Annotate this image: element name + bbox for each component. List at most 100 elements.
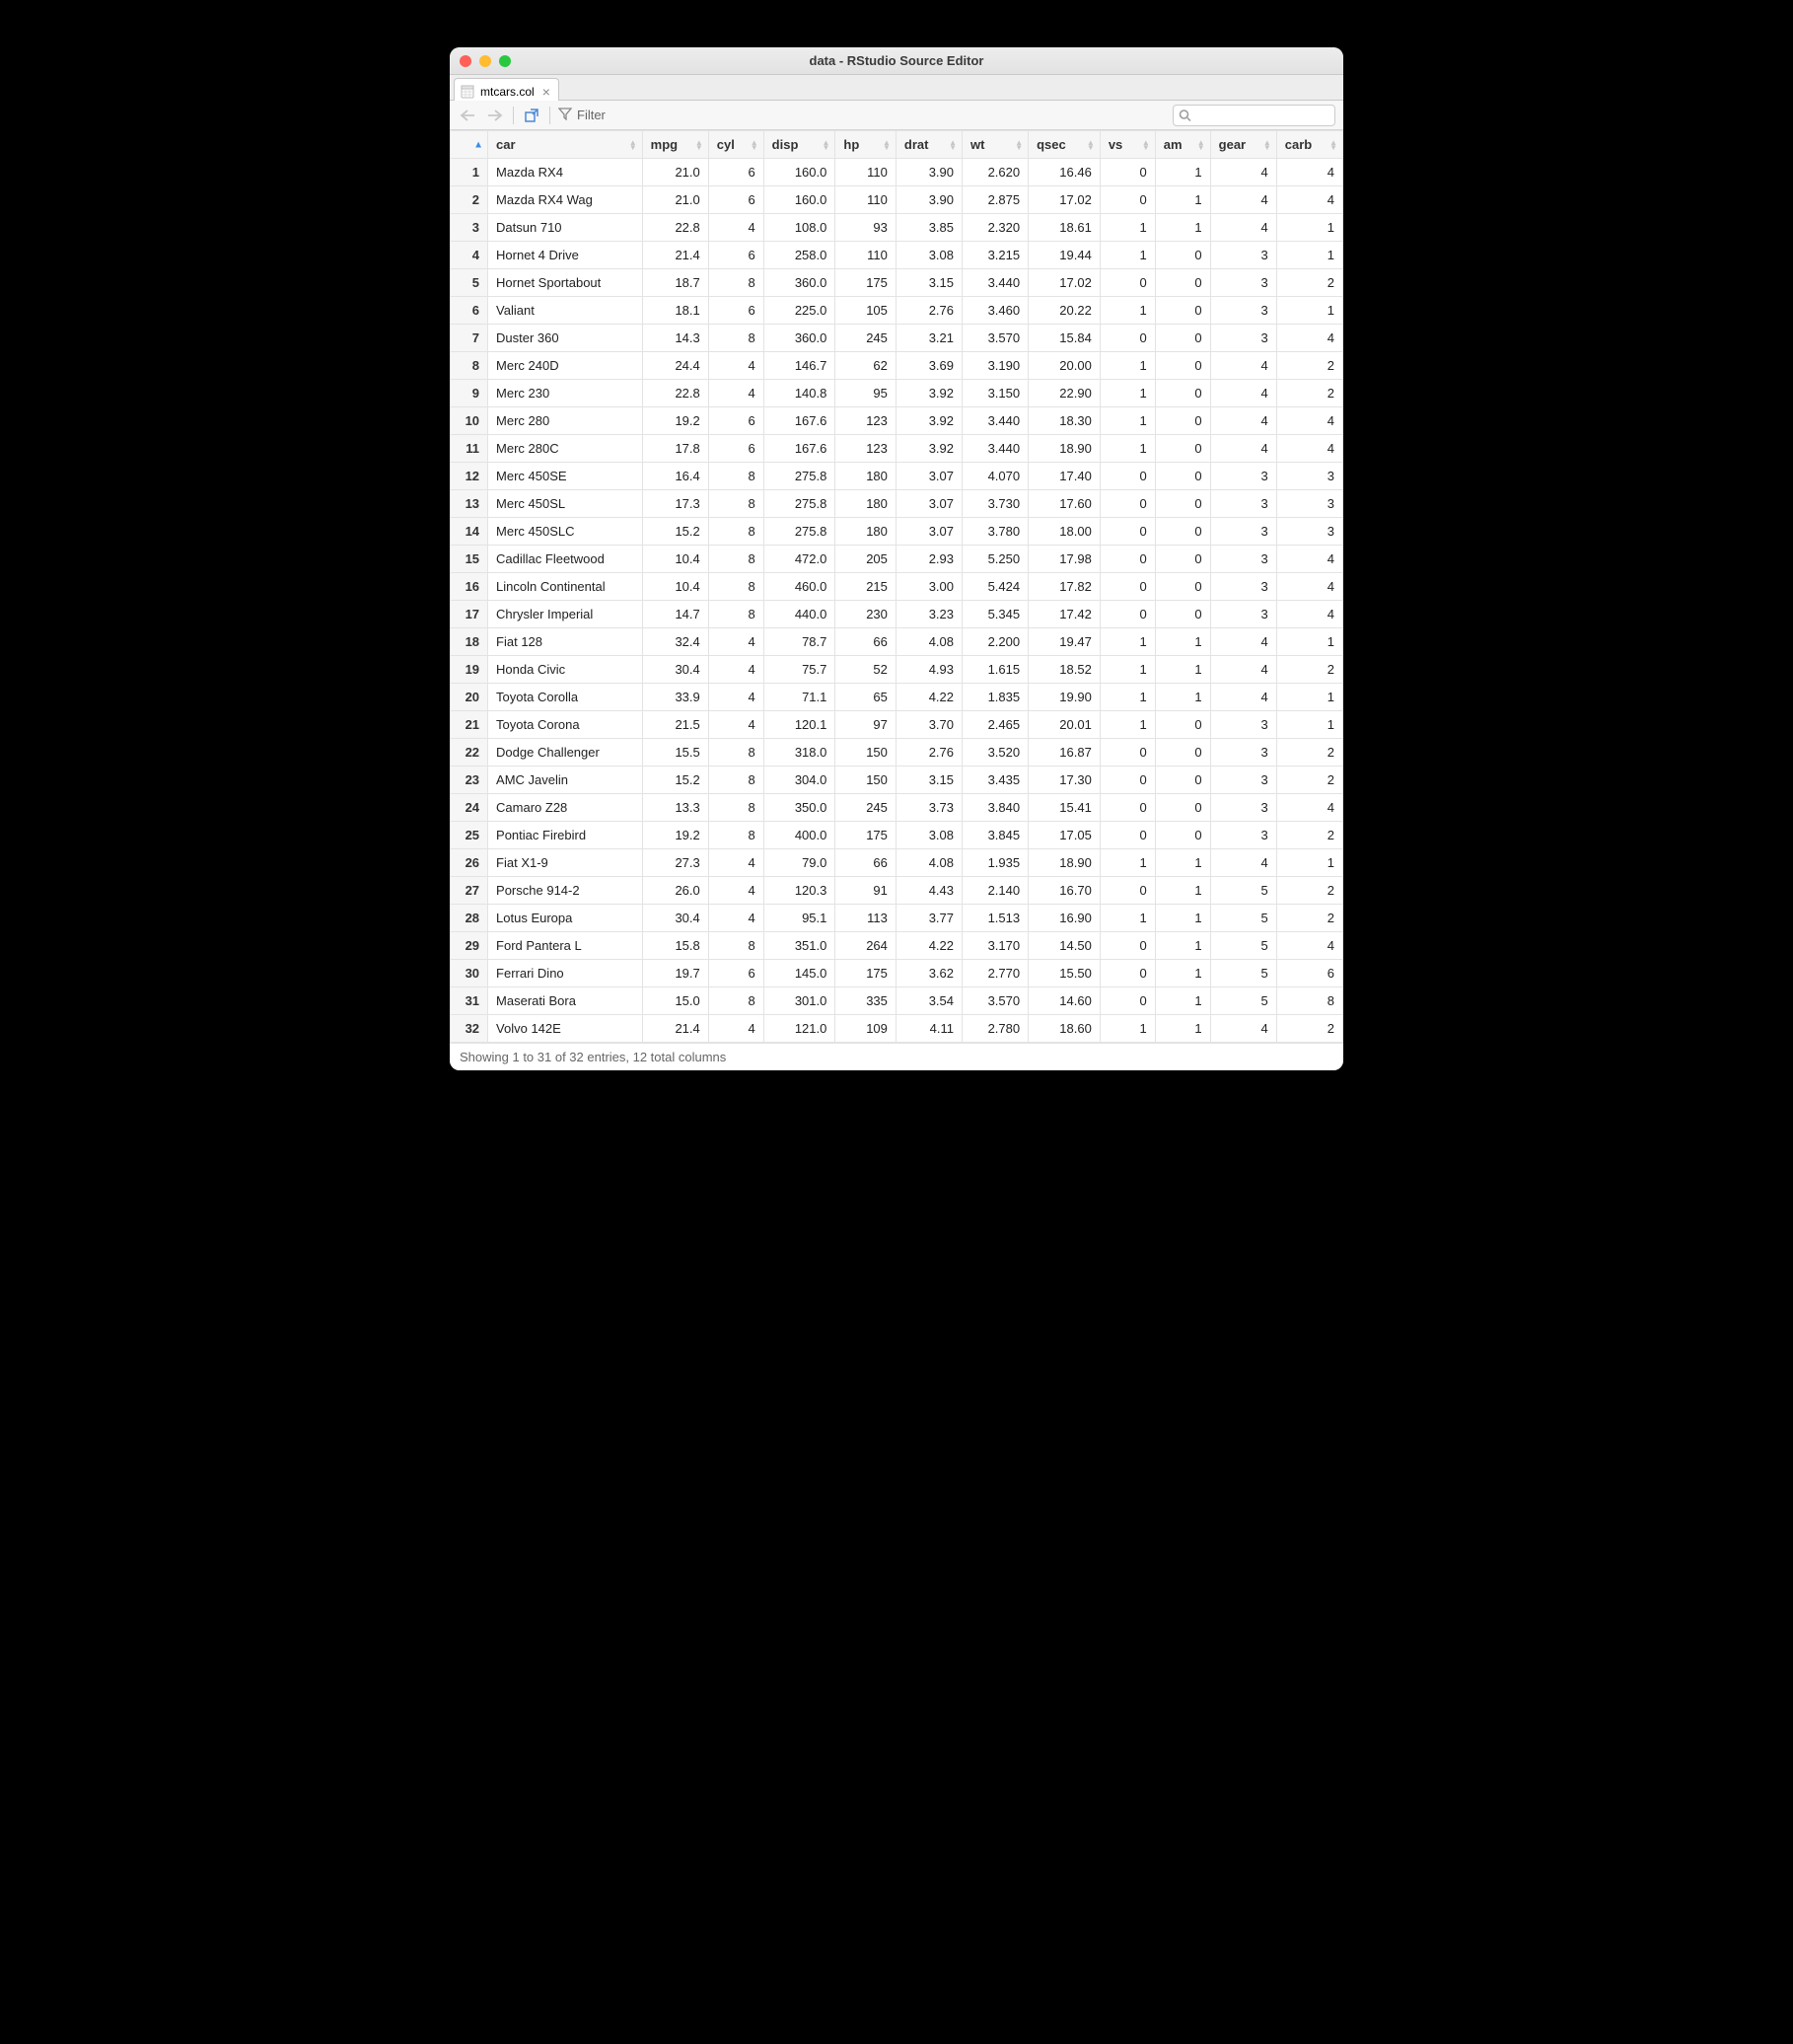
cell-carb: 3 <box>1276 518 1342 546</box>
minimize-window-button[interactable] <box>479 55 491 67</box>
cell-am: 1 <box>1155 877 1210 905</box>
search-input[interactable] <box>1173 105 1335 126</box>
table-row[interactable]: 24Camaro Z2813.38350.02453.733.84015.410… <box>451 794 1343 822</box>
column-header-disp[interactable]: disp▲▼ <box>763 131 835 159</box>
sort-icon: ▲▼ <box>1263 140 1271 150</box>
zoom-window-button[interactable] <box>499 55 511 67</box>
column-header-wt[interactable]: wt▲▼ <box>963 131 1029 159</box>
table-row[interactable]: 12Merc 450SE16.48275.81803.074.07017.400… <box>451 463 1343 490</box>
cell-am: 0 <box>1155 242 1210 269</box>
table-row[interactable]: 10Merc 28019.26167.61233.923.44018.30104… <box>451 407 1343 435</box>
column-header-car[interactable]: car▲▼ <box>488 131 643 159</box>
column-header-hp[interactable]: hp▲▼ <box>835 131 896 159</box>
table-row[interactable]: 8Merc 240D24.44146.7623.693.19020.001042 <box>451 352 1343 380</box>
table-row[interactable]: 4Hornet 4 Drive21.46258.01103.083.21519.… <box>451 242 1343 269</box>
column-header-gear[interactable]: gear▲▼ <box>1210 131 1276 159</box>
cell-wt: 2.770 <box>963 960 1029 987</box>
cell-cyl: 6 <box>708 297 763 325</box>
table-row[interactable]: 20Toyota Corolla33.9471.1654.221.83519.9… <box>451 684 1343 711</box>
row-number: 25 <box>451 822 488 849</box>
cell-disp: 304.0 <box>763 766 835 794</box>
column-header-mpg[interactable]: mpg▲▼ <box>642 131 708 159</box>
table-row[interactable]: 25Pontiac Firebird19.28400.01753.083.845… <box>451 822 1343 849</box>
table-row[interactable]: 27Porsche 914-226.04120.3914.432.14016.7… <box>451 877 1343 905</box>
table-row[interactable]: 21Toyota Corona21.54120.1973.702.46520.0… <box>451 711 1343 739</box>
forward-button[interactable] <box>485 106 505 125</box>
column-header-qsec[interactable]: qsec▲▼ <box>1029 131 1101 159</box>
table-row[interactable]: 30Ferrari Dino19.76145.01753.622.77015.5… <box>451 960 1343 987</box>
cell-am: 1 <box>1155 932 1210 960</box>
table-row[interactable]: 22Dodge Challenger15.58318.01502.763.520… <box>451 739 1343 766</box>
row-number: 1 <box>451 159 488 186</box>
column-header-am[interactable]: am▲▼ <box>1155 131 1210 159</box>
cell-wt: 3.435 <box>963 766 1029 794</box>
cell-drat: 3.90 <box>896 159 962 186</box>
cell-hp: 150 <box>835 766 896 794</box>
cell-gear: 4 <box>1210 186 1276 214</box>
cell-vs: 0 <box>1100 463 1155 490</box>
close-window-button[interactable] <box>460 55 471 67</box>
cell-drat: 4.22 <box>896 932 962 960</box>
table-row[interactable]: 28Lotus Europa30.4495.11133.771.51316.90… <box>451 905 1343 932</box>
tabbar: mtcars.col × <box>450 75 1343 101</box>
cell-gear: 4 <box>1210 159 1276 186</box>
table-row[interactable]: 19Honda Civic30.4475.7524.931.61518.5211… <box>451 656 1343 684</box>
row-number: 9 <box>451 380 488 407</box>
table-row[interactable]: 31Maserati Bora15.08301.03353.543.57014.… <box>451 987 1343 1015</box>
cell-car: Mazda RX4 Wag <box>488 186 643 214</box>
sort-icon: ▲▼ <box>883 140 891 150</box>
cell-car: AMC Javelin <box>488 766 643 794</box>
tab-mtcars[interactable]: mtcars.col × <box>454 78 559 101</box>
table-row[interactable]: 26Fiat X1-927.3479.0664.081.93518.901141 <box>451 849 1343 877</box>
cell-car: Merc 280C <box>488 435 643 463</box>
column-header-vs[interactable]: vs▲▼ <box>1100 131 1155 159</box>
cell-drat: 2.76 <box>896 739 962 766</box>
cell-disp: 400.0 <box>763 822 835 849</box>
close-tab-icon[interactable]: × <box>542 85 550 99</box>
popout-button[interactable] <box>522 106 541 125</box>
table-row[interactable]: 7Duster 36014.38360.02453.213.57015.8400… <box>451 325 1343 352</box>
table-row[interactable]: 13Merc 450SL17.38275.81803.073.73017.600… <box>451 490 1343 518</box>
column-header-carb[interactable]: carb▲▼ <box>1276 131 1342 159</box>
cell-am: 0 <box>1155 739 1210 766</box>
cell-mpg: 22.8 <box>642 380 708 407</box>
row-number: 24 <box>451 794 488 822</box>
cell-vs: 1 <box>1100 905 1155 932</box>
table-row[interactable]: 17Chrysler Imperial14.78440.02303.235.34… <box>451 601 1343 628</box>
cell-drat: 3.08 <box>896 822 962 849</box>
column-header-drat[interactable]: drat▲▼ <box>896 131 962 159</box>
cell-am: 0 <box>1155 435 1210 463</box>
cell-cyl: 4 <box>708 905 763 932</box>
back-button[interactable] <box>458 106 477 125</box>
cell-wt: 3.190 <box>963 352 1029 380</box>
cell-disp: 160.0 <box>763 186 835 214</box>
column-header-cyl[interactable]: cyl▲▼ <box>708 131 763 159</box>
cell-gear: 4 <box>1210 435 1276 463</box>
table-row[interactable]: 5Hornet Sportabout18.78360.01753.153.440… <box>451 269 1343 297</box>
table-row[interactable]: 29Ford Pantera L15.88351.02644.223.17014… <box>451 932 1343 960</box>
table-row[interactable]: 15Cadillac Fleetwood10.48472.02052.935.2… <box>451 546 1343 573</box>
cell-hp: 230 <box>835 601 896 628</box>
table-row[interactable]: 16Lincoln Continental10.48460.02153.005.… <box>451 573 1343 601</box>
table-row[interactable]: 1Mazda RX421.06160.01103.902.62016.46014… <box>451 159 1343 186</box>
cell-qsec: 17.40 <box>1029 463 1101 490</box>
rownum-header[interactable]: ▲ <box>451 131 488 159</box>
row-number: 27 <box>451 877 488 905</box>
table-row[interactable]: 32Volvo 142E21.44121.01094.112.78018.601… <box>451 1015 1343 1043</box>
table-row[interactable]: 23AMC Javelin15.28304.01503.153.43517.30… <box>451 766 1343 794</box>
table-row[interactable]: 3Datsun 71022.84108.0933.852.32018.61114… <box>451 214 1343 242</box>
cell-gear: 3 <box>1210 269 1276 297</box>
table-row[interactable]: 14Merc 450SLC15.28275.81803.073.78018.00… <box>451 518 1343 546</box>
filter-button[interactable]: Filter <box>558 107 606 123</box>
table-row[interactable]: 9Merc 23022.84140.8953.923.15022.901042 <box>451 380 1343 407</box>
cell-am: 0 <box>1155 794 1210 822</box>
row-number: 2 <box>451 186 488 214</box>
table-row[interactable]: 6Valiant18.16225.01052.763.46020.221031 <box>451 297 1343 325</box>
cell-car: Maserati Bora <box>488 987 643 1015</box>
cell-car: Camaro Z28 <box>488 794 643 822</box>
cell-hp: 175 <box>835 960 896 987</box>
table-row[interactable]: 11Merc 280C17.86167.61233.923.44018.9010… <box>451 435 1343 463</box>
cell-qsec: 16.87 <box>1029 739 1101 766</box>
table-row[interactable]: 2Mazda RX4 Wag21.06160.01103.902.87517.0… <box>451 186 1343 214</box>
table-row[interactable]: 18Fiat 12832.4478.7664.082.20019.471141 <box>451 628 1343 656</box>
